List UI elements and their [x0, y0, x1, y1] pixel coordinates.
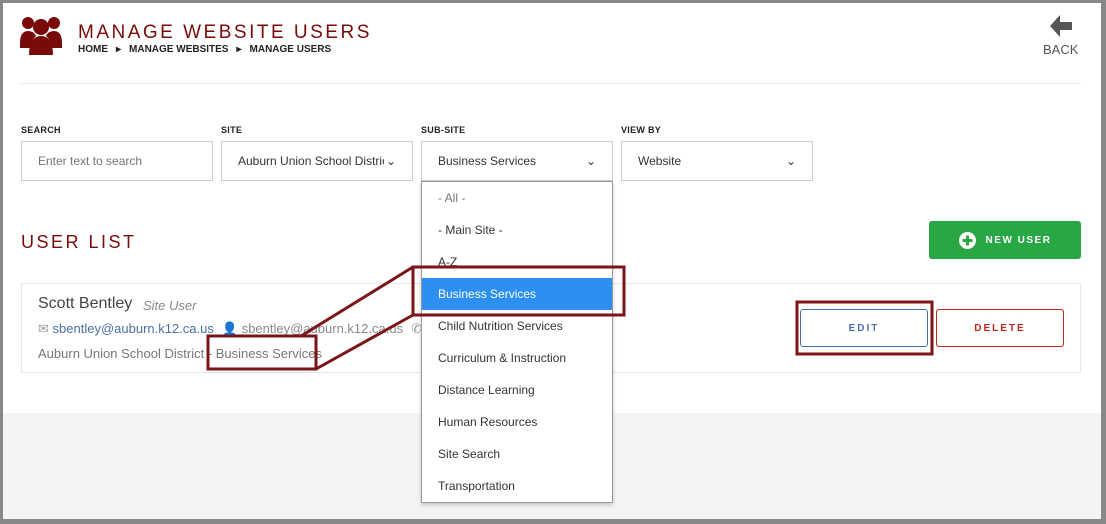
annotation-overlay — [206, 265, 934, 371]
annotation-box-edit — [795, 300, 934, 356]
annotation-line — [315, 313, 414, 371]
annotation-box-subsite — [206, 334, 318, 371]
annotation-box-dropdown — [411, 265, 626, 317]
page: MANAGE WEBSITE USERS HOME ▸ MANAGE WEBSIT… — [3, 3, 1101, 519]
